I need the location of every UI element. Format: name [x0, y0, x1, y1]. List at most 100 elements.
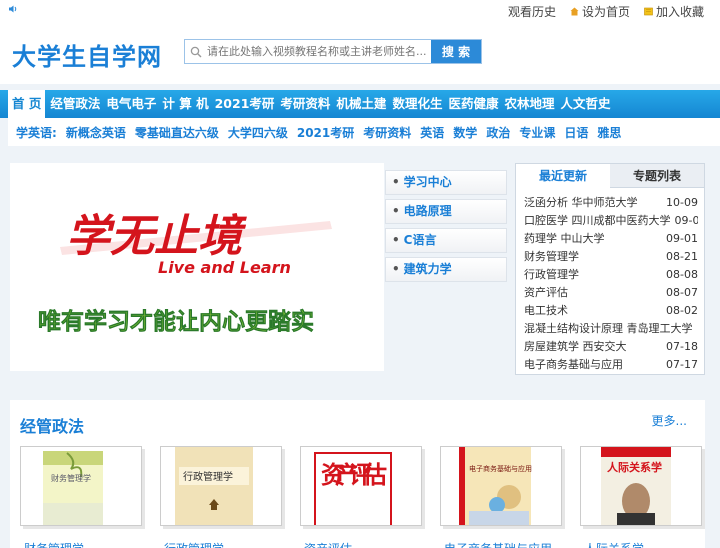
book-cover-title: 财务管理学	[51, 473, 91, 483]
sub-nav-2021-kaoyan[interactable]: 2021考研	[297, 124, 354, 141]
sub-nav-math[interactable]: 数学	[453, 124, 477, 141]
list-item-date: 08-02	[666, 304, 698, 317]
site-logo[interactable]: 大学生自学网	[12, 37, 162, 72]
sub-nav-cet[interactable]: 大学四六级	[228, 124, 288, 141]
add-favorite-label: 加入收藏	[655, 5, 704, 19]
list-item[interactable]: 财务管理学 08-21	[524, 248, 698, 266]
sub-nav-english[interactable]: 英语	[420, 124, 444, 141]
list-item-date: 08-07	[666, 286, 698, 299]
book-card[interactable]: 人际关系学 人际关系学	[580, 446, 702, 548]
tab-recent-updates[interactable]: 最近更新	[516, 164, 610, 188]
nav-science[interactable]: 数理化生	[389, 90, 445, 118]
sub-nav: 学英语: 新概念英语 零基础直达六级 大学四六级 2021考研 考研资料 英语 …	[8, 118, 720, 146]
bullet-icon: •	[392, 233, 400, 247]
list-item-date: 07-18	[666, 340, 698, 353]
book-cover[interactable]: 财务管理学	[20, 446, 142, 526]
speaker-icon[interactable]	[8, 4, 18, 14]
set-homepage-link[interactable]: 设为首页	[570, 3, 630, 20]
nav-economics-law[interactable]: 经管政法	[47, 90, 103, 118]
nav-2021-kaoyan[interactable]: 2021考研	[212, 90, 278, 118]
category-list: • 学习中心 • 电路原理 • C语言 • 建筑力学	[385, 170, 507, 286]
list-item[interactable]: 资产评估 08-07	[524, 284, 698, 302]
list-item-title: 药理学 中山大学	[524, 232, 605, 245]
category-study-center[interactable]: • 学习中心	[385, 170, 507, 195]
more-link[interactable]: 更多...	[652, 412, 687, 429]
list-item[interactable]: 电工技术 08-02	[524, 302, 698, 320]
sub-nav-japanese[interactable]: 日语	[564, 124, 588, 141]
book-card[interactable]: 资产评估 资产评估	[300, 446, 422, 548]
list-item[interactable]: 泛函分析 华中师范大学 10-09	[524, 194, 698, 212]
book-cover-title: 人际关系学	[607, 460, 662, 474]
list-item-date: 09-01	[666, 232, 698, 245]
nav-humanities[interactable]: 人文哲史	[557, 90, 613, 118]
book-title[interactable]: 电子商务基础与应用	[440, 540, 562, 548]
category-c-language[interactable]: • C语言	[385, 228, 507, 253]
category-label: 建筑力学	[403, 262, 452, 276]
book-card[interactable]: 电子商务基础与应用 电子商务基础与应用	[440, 446, 562, 548]
list-item-date: 08-08	[666, 268, 698, 281]
book-cover-title: 电子商务基础与应用	[469, 464, 532, 473]
list-item-title: 行政管理学	[524, 268, 579, 281]
list-item-title: 财务管理学	[524, 250, 579, 263]
list-item-title: 资产评估	[524, 286, 568, 299]
book-cover[interactable]: 电子商务基础与应用	[440, 446, 562, 526]
economics-law-section: 经管政法 更多... 财务管理学 财务管理学 行政管理学	[10, 400, 705, 548]
list-item[interactable]: 口腔医学 四川成都中医药大学09-04	[524, 212, 698, 230]
section-title[interactable]: 经管政法	[20, 413, 84, 437]
book-title[interactable]: 财务管理学	[20, 540, 142, 548]
nav-agriculture[interactable]: 农林地理	[501, 90, 557, 118]
sub-nav-new-concept[interactable]: 新概念英语	[66, 124, 126, 141]
banner-slogan: 唯有学习才能让内心更踏实	[38, 308, 314, 335]
nav-computer[interactable]: 计 算 机	[159, 90, 211, 118]
category-structural-mechanics[interactable]: • 建筑力学	[385, 257, 507, 282]
set-homepage-label: 设为首页	[581, 5, 630, 19]
search-input[interactable]	[207, 40, 431, 63]
search-box: 搜 索	[184, 39, 482, 64]
favorite-icon	[644, 7, 653, 16]
book-title[interactable]: 行政管理学	[160, 540, 282, 548]
category-circuit-principles[interactable]: • 电路原理	[385, 199, 507, 224]
header: 大学生自学网 搜 索	[0, 22, 720, 84]
list-item-title: 泛函分析 华中师范大学	[524, 196, 638, 209]
add-favorite-link[interactable]: 加入收藏	[644, 3, 704, 20]
book-cover[interactable]: 行政管理学	[160, 446, 282, 526]
list-item[interactable]: 药理学 中山大学 09-01	[524, 230, 698, 248]
nav-kaoyan-materials[interactable]: 考研资料	[277, 90, 333, 118]
nav-mechanical-civil[interactable]: 机械土建	[333, 90, 389, 118]
list-item-title: 口腔医学 四川成都中医药大学	[524, 214, 671, 227]
book-title[interactable]: 资产评估	[300, 540, 422, 548]
nav-electrical[interactable]: 电气电子	[103, 90, 159, 118]
list-item[interactable]: 混凝土结构设计原理 青岛理工大学	[524, 320, 698, 338]
list-item-date: 07-17	[666, 358, 698, 371]
sub-nav-kaoyan-materials[interactable]: 考研资料	[363, 124, 411, 141]
bullet-icon: •	[392, 175, 400, 189]
nav-medicine[interactable]: 医药健康	[445, 90, 501, 118]
book-card[interactable]: 行政管理学 行政管理学	[160, 446, 282, 548]
list-item-date: 10-09	[666, 196, 698, 209]
sub-nav-politics[interactable]: 政治	[486, 124, 510, 141]
book-cover[interactable]: 资产评估	[300, 446, 422, 526]
updates-list: 泛函分析 华中师范大学 10-09 口腔医学 四川成都中医药大学09-04 药理学…	[516, 188, 704, 374]
history-link[interactable]: 观看历史	[508, 3, 556, 20]
sub-nav-ielts[interactable]: 雅思	[597, 124, 621, 141]
list-item[interactable]: 行政管理学 08-08	[524, 266, 698, 284]
sub-nav-major[interactable]: 专业课	[519, 124, 555, 141]
list-item[interactable]: 电子商务基础与应用 07-17	[524, 356, 698, 374]
book-card[interactable]: 财务管理学 财务管理学	[20, 446, 142, 548]
bullet-icon: •	[392, 262, 400, 276]
list-item-date: 09-04	[674, 214, 699, 227]
search-icon	[185, 40, 207, 63]
book-title[interactable]: 人际关系学	[580, 540, 702, 548]
sub-nav-zero-to-cet6[interactable]: 零基础直达六级	[135, 124, 219, 141]
category-label: 学习中心	[403, 175, 452, 189]
book-cover[interactable]: 人际关系学	[580, 446, 702, 526]
home-icon	[570, 7, 579, 16]
list-item[interactable]: 房屋建筑学 西安交大 07-18	[524, 338, 698, 356]
banner[interactable]: 学无止境 Live and Learn 唯有学习才能让内心更踏实	[10, 163, 384, 371]
main-nav: 首 页 经管政法 电气电子 计 算 机 2021考研 考研资料 机械土建 数理化…	[0, 90, 720, 118]
list-item-title: 混凝土结构设计原理 青岛理工大学	[524, 322, 693, 335]
search-button[interactable]: 搜 索	[431, 40, 481, 63]
nav-home[interactable]: 首 页	[8, 90, 46, 118]
tab-topic-list[interactable]: 专题列表	[610, 164, 704, 188]
list-item-title: 房屋建筑学 西安交大	[524, 340, 627, 353]
